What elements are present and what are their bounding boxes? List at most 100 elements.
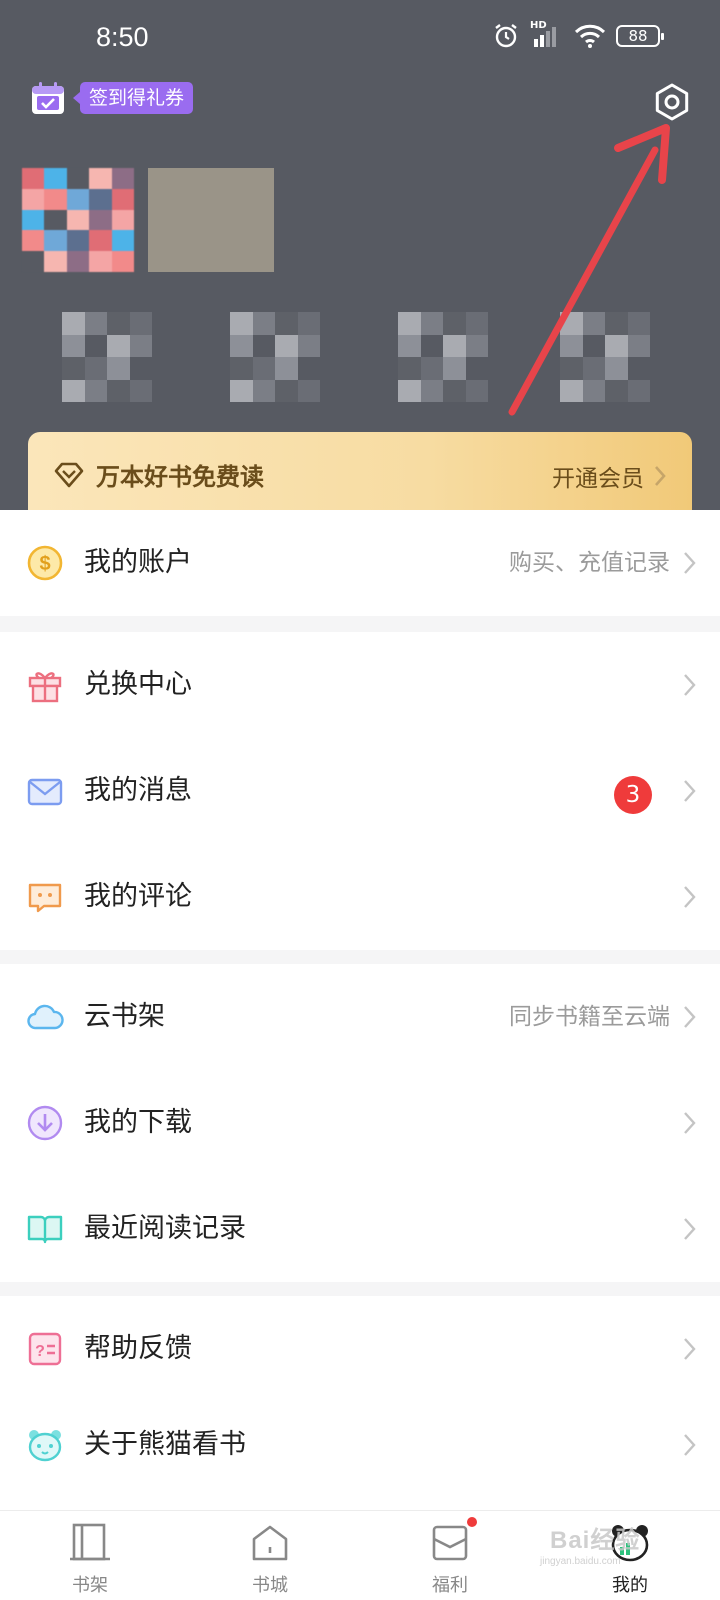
home-icon xyxy=(252,1525,288,1561)
mosaic-cell xyxy=(129,379,152,402)
menu-group-support: ? 帮助反馈 关于熊猫看书 xyxy=(0,1296,720,1510)
welfare-icon xyxy=(432,1525,468,1561)
tab-bookshelf[interactable]: 书架 xyxy=(0,1511,180,1600)
mosaic-cell xyxy=(22,230,45,252)
mosaic-cell xyxy=(232,230,253,252)
mosaic-cell xyxy=(66,209,90,231)
help-icon: ? xyxy=(28,1332,62,1366)
mosaic-cell xyxy=(398,379,421,402)
chevron-right-icon xyxy=(684,1338,696,1360)
mosaic-cell xyxy=(232,251,253,272)
mosaic-cell xyxy=(190,168,211,189)
chevron-right-icon xyxy=(684,780,696,802)
mosaic-cell xyxy=(66,168,90,189)
mosaic-cell xyxy=(129,312,152,335)
mosaic-cell xyxy=(253,209,274,231)
tab-label: 福利 xyxy=(432,1575,468,1596)
mosaic-cell xyxy=(44,230,67,252)
mosaic-cell xyxy=(211,188,232,210)
mosaic-cell xyxy=(190,209,211,231)
menu-item-label: 云书架 xyxy=(84,1001,165,1032)
mosaic-cell xyxy=(129,357,152,380)
tab-bookstore[interactable]: 书城 xyxy=(180,1511,360,1600)
menu-item-label: 帮助反馈 xyxy=(84,1333,192,1364)
menu-item-label: 我的消息 xyxy=(84,775,192,806)
menu-item-label: 最近阅读记录 xyxy=(84,1213,246,1244)
watermark-logo: Bai经验 jingyan.baidu.com xyxy=(540,1520,640,1567)
menu-item-label: 我的评论 xyxy=(84,881,192,912)
username-redacted xyxy=(148,168,274,272)
mosaic-cell xyxy=(211,251,232,272)
battery-indicator: 88 xyxy=(616,25,664,47)
mosaic-cell xyxy=(66,188,90,210)
tab-welfare[interactable]: 福利 xyxy=(360,1511,540,1600)
menu-item-recent-reading[interactable]: 最近阅读记录 xyxy=(0,1176,720,1282)
avatar[interactable] xyxy=(22,168,134,272)
signin-entry[interactable]: 签到得礼券 xyxy=(30,80,194,116)
tab-label: 书城 xyxy=(252,1575,288,1596)
mosaic-cell xyxy=(148,230,169,252)
chevron-right-icon xyxy=(684,552,696,574)
menu-item-about[interactable]: 关于熊猫看书 xyxy=(0,1402,720,1494)
cloud-icon xyxy=(27,1004,64,1030)
open-membership-button[interactable]: 开通会员 xyxy=(552,459,666,493)
unread-count-badge: 3 xyxy=(614,776,652,814)
mosaic-cell xyxy=(148,251,169,272)
settings-icon[interactable] xyxy=(652,82,692,122)
mosaic-cell xyxy=(465,312,488,335)
status-icons: HD 88 xyxy=(492,20,664,50)
menu-item-my-messages[interactable]: 我的消息 3 xyxy=(0,738,720,844)
mosaic-cell xyxy=(211,230,232,252)
mosaic-cell xyxy=(107,312,130,335)
menu-item-my-account[interactable]: $ 我的账户 购买、充值记录 xyxy=(0,510,720,616)
menu-item-my-downloads[interactable]: 我的下载 xyxy=(0,1070,720,1176)
menu-item-help-feedback[interactable]: ? 帮助反馈 xyxy=(0,1296,720,1402)
chevron-right-icon xyxy=(684,1112,696,1134)
tab-label: 我的 xyxy=(612,1575,648,1596)
open-membership-label: 开通会员 xyxy=(552,466,644,492)
profile-stats-redacted xyxy=(0,312,720,402)
mosaic-cell xyxy=(169,168,190,189)
mosaic-cell xyxy=(465,379,488,402)
mosaic-cell xyxy=(582,379,605,402)
menu-item-my-comments[interactable]: 我的评论 xyxy=(0,844,720,950)
chevron-right-icon xyxy=(684,674,696,696)
mosaic-cell xyxy=(627,379,650,402)
mosaic-cell xyxy=(627,357,650,380)
mosaic-cell xyxy=(190,251,211,272)
mosaic-cell xyxy=(443,312,466,335)
mosaic-cell xyxy=(148,209,169,231)
mosaic-cell xyxy=(560,379,583,402)
mosaic-cell xyxy=(169,188,190,210)
menu-item-label: 我的账户 xyxy=(84,547,192,578)
mosaic-cell xyxy=(605,312,628,335)
mosaic-cell xyxy=(605,379,628,402)
mosaic-cell xyxy=(89,188,112,210)
mosaic-cell xyxy=(253,230,274,252)
vip-title-wrap: 万本好书免费读 xyxy=(54,457,264,492)
mosaic-cell xyxy=(232,209,253,231)
stat-redacted[interactable] xyxy=(62,312,152,402)
stat-redacted[interactable] xyxy=(230,312,320,402)
mosaic-cell xyxy=(44,209,67,231)
mosaic-cell xyxy=(22,251,45,272)
menu-item-redeem-center[interactable]: 兑换中心 xyxy=(0,632,720,738)
signal-icon: HD xyxy=(530,20,564,49)
chevron-right-icon xyxy=(684,886,696,908)
mosaic-cell xyxy=(230,357,253,380)
watermark-subtext: jingyan.baidu.com xyxy=(540,1556,621,1567)
mosaic-cell xyxy=(62,379,85,402)
mosaic-cell xyxy=(232,168,253,189)
mosaic-cell xyxy=(169,209,190,231)
mosaic-cell xyxy=(44,188,67,210)
vip-banner[interactable]: 万本好书免费读 开通会员 xyxy=(28,432,692,520)
mosaic-cell xyxy=(560,312,583,335)
alarm-icon xyxy=(495,24,517,48)
mail-icon xyxy=(27,778,63,806)
stat-redacted[interactable] xyxy=(398,312,488,402)
menu-item-cloud-shelf[interactable]: 云书架 同步书籍至云端 xyxy=(0,964,720,1070)
mosaic-cell xyxy=(582,357,605,380)
gift-icon xyxy=(28,672,62,703)
stat-redacted[interactable] xyxy=(560,312,650,402)
mosaic-cell xyxy=(111,251,134,272)
